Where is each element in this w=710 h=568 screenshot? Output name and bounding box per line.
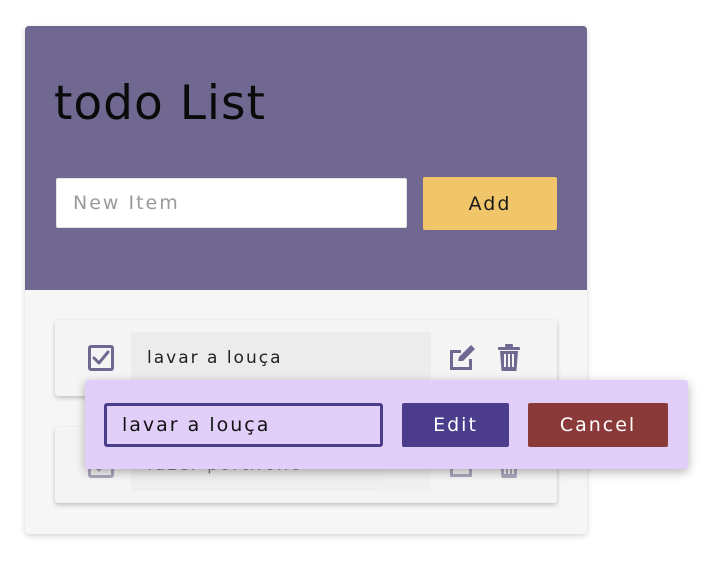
page-title: todo List <box>54 76 266 131</box>
checkbox-checked-icon[interactable] <box>88 345 114 371</box>
add-button[interactable]: Add <box>423 177 557 230</box>
cancel-button[interactable]: Cancel <box>528 403 668 447</box>
edit-item-input[interactable] <box>104 403 383 447</box>
pencil-square-icon[interactable] <box>447 344 477 377</box>
new-item-input[interactable] <box>56 178 407 228</box>
trash-icon[interactable] <box>497 344 521 377</box>
card-header: todo List Add <box>25 26 587 290</box>
edit-item-popup: Edit Cancel <box>85 380 688 469</box>
edit-button[interactable]: Edit <box>402 403 509 447</box>
list-item-text: lavar a louça <box>131 332 431 384</box>
